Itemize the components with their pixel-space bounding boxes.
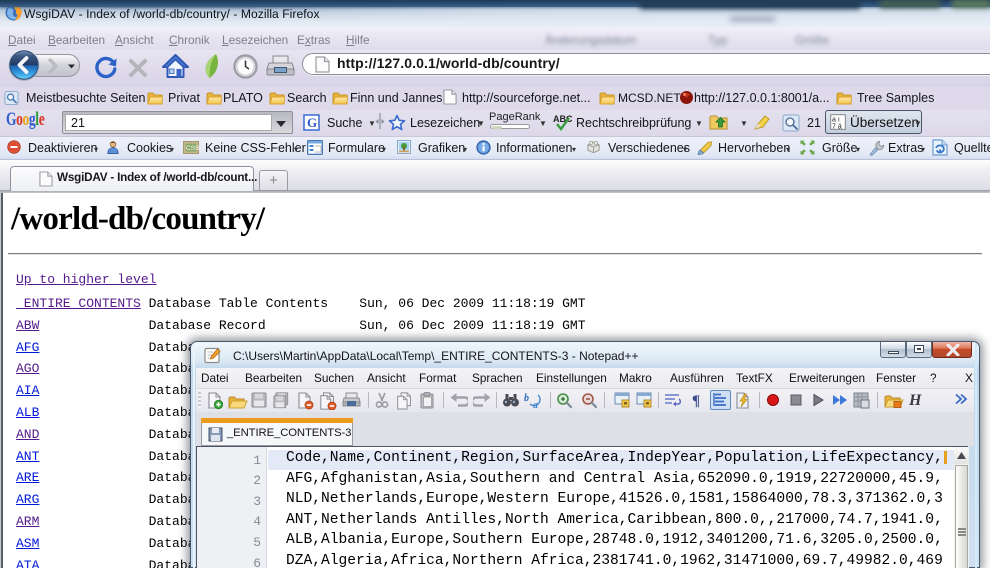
svg-text:CSS: CSS <box>186 145 199 152</box>
svg-text:G: G <box>307 115 317 130</box>
svg-text:a ı: a ı <box>832 117 840 124</box>
svg-text:b: b <box>524 393 529 404</box>
svg-text:7 ä: 7 ä <box>832 124 842 131</box>
svg-text:¶: ¶ <box>692 393 700 408</box>
svg-text:H: H <box>909 392 922 408</box>
